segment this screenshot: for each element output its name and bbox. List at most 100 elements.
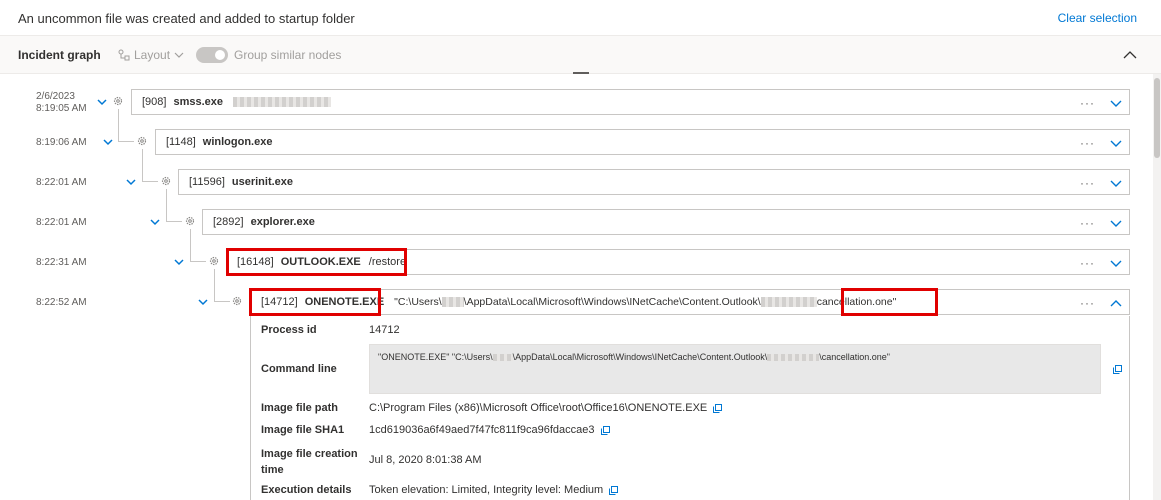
more-options-button[interactable]: ··· <box>1080 176 1095 190</box>
row-date: 2/6/2023 <box>36 91 75 102</box>
row-time: 8:22:31 AM <box>36 257 87 268</box>
command-line-value[interactable]: "ONENOTE.EXE" "C:\Users\ \AppData\Local\M… <box>369 344 1101 394</box>
chevron-down-icon[interactable] <box>102 136 114 148</box>
vertical-scrollbar[interactable] <box>1153 74 1161 500</box>
chevron-down-icon[interactable] <box>1109 136 1123 150</box>
process-name: winlogon.exe <box>202 136 273 148</box>
redacted-text <box>441 297 464 308</box>
chevron-down-icon[interactable] <box>96 96 108 108</box>
toggle-knob <box>215 50 225 60</box>
chevron-down-icon[interactable] <box>197 296 209 308</box>
tree-connector <box>118 109 134 142</box>
more-options-button[interactable]: ··· <box>1080 136 1095 150</box>
command-line-label: Command line <box>261 363 337 375</box>
more-options-button[interactable]: ··· <box>1080 96 1095 110</box>
row-time: 8:19:06 AM <box>36 137 87 148</box>
process-name: smss.exe <box>173 96 224 108</box>
more-options-button[interactable]: ··· <box>1080 216 1095 230</box>
row-time: 8:19:05 AM <box>36 103 87 114</box>
chevron-down-icon[interactable] <box>1109 216 1123 230</box>
chevron-down-icon[interactable] <box>173 256 185 268</box>
gear-icon <box>113 96 123 106</box>
image-path-value: C:\Program Files (x86)\Microsoft Office\… <box>369 402 723 414</box>
resize-handle[interactable] <box>573 72 589 74</box>
chevron-down-icon[interactable] <box>1109 176 1123 190</box>
execution-details-label: Execution details <box>261 484 352 496</box>
process-node-smss[interactable]: [908] smss.exe ··· <box>131 89 1130 115</box>
chevron-down-icon <box>174 52 184 58</box>
row-time: 8:22:52 AM <box>36 297 87 308</box>
process-name: explorer.exe <box>250 216 315 228</box>
execution-details-text: Token elevation: Limited, Integrity leve… <box>369 484 604 496</box>
layout-label: Layout <box>134 48 171 62</box>
redacted-text <box>492 354 513 362</box>
highlight-box-outlook <box>226 248 407 276</box>
incident-graph-header: Incident graph Layout Group similar node… <box>0 36 1161 74</box>
process-id: [2892] <box>213 216 244 228</box>
cmd-filename: \cancellation.one" <box>819 352 890 362</box>
gear-icon <box>209 256 219 266</box>
more-options-button[interactable]: ··· <box>1080 256 1095 270</box>
highlight-box-filename <box>841 288 938 316</box>
layout-icon <box>118 49 130 61</box>
args-prefix: "C:\Users\ <box>394 296 442 308</box>
group-similar-toggle[interactable] <box>196 47 228 63</box>
clear-selection-link[interactable]: Clear selection <box>1058 11 1137 25</box>
process-name: userinit.exe <box>231 176 294 188</box>
gear-icon <box>232 296 242 306</box>
sha1-label: Image file SHA1 <box>261 424 345 436</box>
gear-icon <box>185 216 195 226</box>
image-path-label: Image file path <box>261 402 339 414</box>
cmd-prefix: "ONENOTE.EXE" "C:\Users\ <box>378 352 493 362</box>
tree-connector <box>166 189 182 222</box>
process-id-label: Process id <box>261 324 317 336</box>
copy-icon[interactable] <box>600 425 610 435</box>
image-path-text: C:\Program Files (x86)\Microsoft Office\… <box>369 402 708 414</box>
process-arguments: "C:\Users\ \AppData\Local\Microsoft\Windo… <box>394 296 896 308</box>
chevron-up-icon[interactable] <box>1121 46 1139 64</box>
process-node-winlogon[interactable]: [1148] winlogon.exe ··· <box>155 129 1130 155</box>
row-time: 8:22:01 AM <box>36 177 87 188</box>
tree-connector <box>214 269 230 302</box>
creation-time-label: Image file creation time <box>261 446 358 478</box>
layout-dropdown[interactable]: Layout <box>118 48 184 62</box>
chevron-down-icon[interactable] <box>1109 96 1123 110</box>
chevron-down-icon[interactable] <box>125 176 137 188</box>
tree-connector <box>190 229 206 262</box>
row-time: 8:22:01 AM <box>36 217 87 228</box>
process-node-userinit[interactable]: [11596] userinit.exe ··· <box>178 169 1130 195</box>
alert-title-bar: An uncommon file was created and added t… <box>0 0 1161 36</box>
creation-label-line2: time <box>261 464 284 476</box>
scrollbar-thumb[interactable] <box>1154 78 1160 158</box>
more-options-button[interactable]: ··· <box>1080 296 1095 310</box>
args-path: \AppData\Local\Microsoft\Windows\INetCac… <box>463 296 761 308</box>
copy-icon[interactable] <box>1113 365 1122 374</box>
redacted-text <box>233 97 332 107</box>
process-node-onenote[interactable]: [14712] ONENOTE.EXE "C:\Users\ \AppData\L… <box>250 289 1130 315</box>
chevron-up-icon[interactable] <box>1109 296 1123 310</box>
process-details-panel: Process id 14712 Command line "ONENOTE.E… <box>250 316 1130 500</box>
process-node-explorer[interactable]: [2892] explorer.exe ··· <box>202 209 1130 235</box>
copy-icon[interactable] <box>713 403 723 413</box>
row-timestamp: 2/6/2023 8:19:05 AM <box>36 91 87 115</box>
creation-time-value: Jul 8, 2020 8:01:38 AM <box>369 454 482 466</box>
alert-title: An uncommon file was created and added t… <box>18 11 355 26</box>
creation-label-line1: Image file creation <box>261 448 358 460</box>
incident-graph-title: Incident graph <box>18 48 101 62</box>
process-id: [1148] <box>166 136 196 148</box>
execution-details-value: Token elevation: Limited, Integrity leve… <box>369 484 619 496</box>
redacted-text <box>760 297 817 308</box>
gear-icon <box>137 136 147 146</box>
highlight-box-onenote <box>249 288 381 316</box>
gear-icon <box>161 176 171 186</box>
process-id-value: 14712 <box>369 324 400 336</box>
chevron-down-icon[interactable] <box>1109 256 1123 270</box>
redacted-text <box>767 354 820 362</box>
sha1-text: 1cd619036a6f49aed7f47fc811f9ca96fdaccae3 <box>369 424 595 436</box>
chevron-down-icon[interactable] <box>149 216 161 228</box>
tree-connector <box>142 149 158 182</box>
process-id: [908] <box>142 96 167 108</box>
sha1-value: 1cd619036a6f49aed7f47fc811f9ca96fdaccae3 <box>369 424 610 436</box>
copy-icon[interactable] <box>609 485 619 495</box>
group-similar-label: Group similar nodes <box>234 48 342 62</box>
